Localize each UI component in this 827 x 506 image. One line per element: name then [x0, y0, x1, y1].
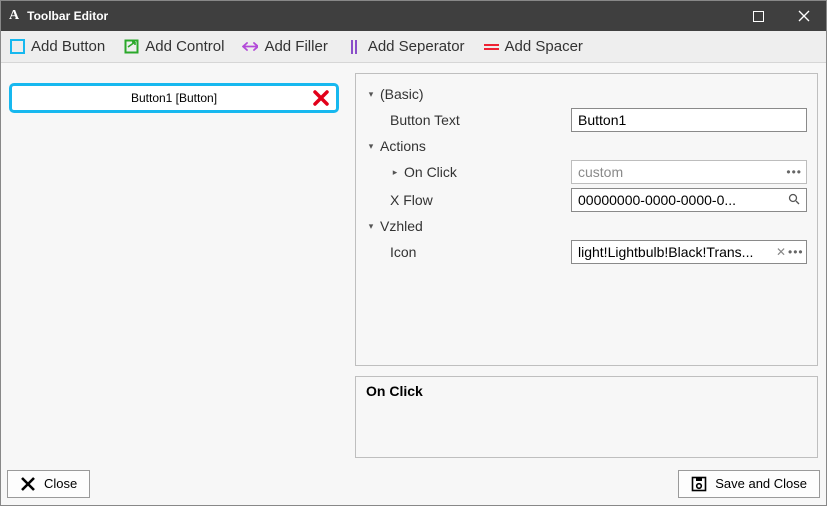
button-text-input[interactable] — [571, 108, 807, 132]
toolbar-item-label: Button1 [Button] — [12, 91, 336, 105]
add-button-action[interactable]: Add Button — [7, 36, 107, 57]
chevron-down-icon: ▾ — [366, 221, 376, 232]
separator-icon — [346, 39, 362, 55]
close-button[interactable]: Close — [7, 470, 90, 498]
main-area: Button1 [Button] ▾ (Basic) Button Text ▾… — [1, 63, 826, 466]
prop-on-click: ▸ On Click custom ••• — [366, 158, 807, 186]
clear-icon[interactable]: ✕ — [774, 245, 788, 259]
group-label: Vzhled — [380, 218, 423, 234]
save-and-close-button[interactable]: Save and Close — [678, 470, 820, 498]
lookup-value: 00000000-0000-0000-0... — [578, 192, 786, 208]
footer: Close Save and Close — [1, 466, 826, 505]
combo-value: custom — [578, 164, 623, 180]
search-icon[interactable] — [786, 193, 802, 208]
prop-label: Icon — [366, 244, 571, 260]
control-icon — [123, 39, 139, 55]
toolbar-item[interactable]: Button1 [Button] — [9, 83, 339, 113]
window-controls — [736, 1, 826, 31]
prop-icon: Icon light!Lightbulb!Black!Trans... ✕ ••… — [366, 238, 807, 266]
toolbar: Add Button Add Control Add Filler Add Se… — [1, 31, 826, 63]
prop-xflow: X Flow 00000000-0000-0000-0... — [366, 186, 807, 214]
prop-label: X Flow — [366, 192, 571, 208]
event-panel: On Click — [355, 376, 818, 458]
xflow-lookup[interactable]: 00000000-0000-0000-0... — [571, 188, 807, 212]
event-panel-header: On Click — [366, 383, 807, 399]
prop-button-text: Button Text — [366, 106, 807, 134]
properties-panel: ▾ (Basic) Button Text ▾ Actions ▸ On Cli… — [355, 73, 818, 366]
close-window-button[interactable] — [781, 1, 826, 31]
spacer-icon — [483, 39, 499, 55]
prop-label: ▸ On Click — [366, 164, 571, 180]
group-label: Actions — [380, 138, 426, 154]
toolbar-label: Add Spacer — [505, 38, 583, 55]
button-icon — [9, 39, 25, 55]
button-label: Save and Close — [715, 476, 807, 491]
on-click-combo[interactable]: custom ••• — [571, 160, 807, 184]
toolbar-label: Add Button — [31, 38, 105, 55]
toolbar-label: Add Control — [145, 38, 224, 55]
add-spacer-action[interactable]: Add Spacer — [481, 36, 585, 57]
group-label: (Basic) — [380, 86, 424, 102]
window-title: Toolbar Editor — [27, 9, 108, 23]
toolbar-label: Add Seperator — [368, 38, 465, 55]
prop-label: Button Text — [366, 112, 571, 128]
button-label: Close — [44, 476, 77, 491]
close-icon — [20, 476, 36, 492]
right-column: ▾ (Basic) Button Text ▾ Actions ▸ On Cli… — [355, 73, 818, 458]
add-control-action[interactable]: Add Control — [121, 36, 226, 57]
toolbar-label: Add Filler — [264, 38, 327, 55]
delete-item-button[interactable] — [310, 87, 332, 109]
ellipsis-icon[interactable]: ••• — [788, 245, 802, 259]
chevron-right-icon: ▸ — [390, 167, 400, 178]
icon-field[interactable]: light!Lightbulb!Black!Trans... ✕ ••• — [571, 240, 807, 264]
ellipsis-icon[interactable]: ••• — [786, 165, 802, 179]
add-filler-action[interactable]: Add Filler — [240, 36, 329, 57]
save-icon — [691, 476, 707, 492]
maximize-button[interactable] — [736, 1, 781, 31]
icon-value: light!Lightbulb!Black!Trans... — [578, 244, 774, 260]
chevron-down-icon: ▾ — [366, 89, 376, 100]
chevron-down-icon: ▾ — [366, 141, 376, 152]
add-separator-action[interactable]: Add Seperator — [344, 36, 467, 57]
group-basic[interactable]: ▾ (Basic) — [366, 82, 807, 106]
group-appearance[interactable]: ▾ Vzhled — [366, 214, 807, 238]
group-actions[interactable]: ▾ Actions — [366, 134, 807, 158]
filler-icon — [242, 39, 258, 55]
app-icon: A — [9, 8, 19, 24]
titlebar: A Toolbar Editor — [1, 1, 826, 31]
items-list: Button1 [Button] — [9, 73, 339, 458]
